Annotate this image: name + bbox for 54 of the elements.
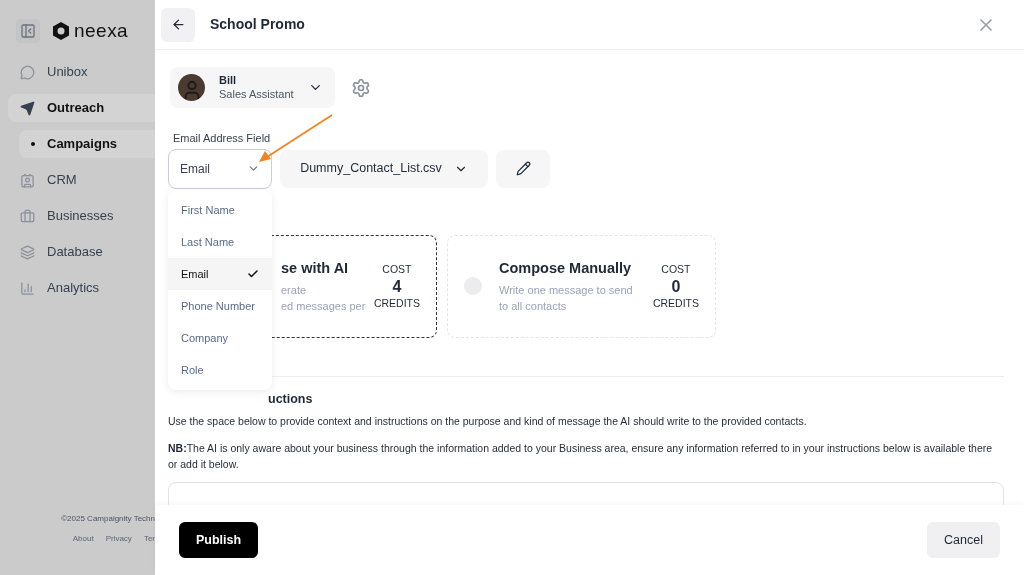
logo-text: neexa	[74, 18, 129, 43]
section-heading: uctions	[267, 390, 314, 408]
option-title: se with AI	[281, 259, 350, 279]
agent-role: Sales Assistant	[219, 87, 294, 102]
credits-label: CREDITS	[373, 295, 420, 311]
sidebar-item[interactable]: Outreach	[8, 94, 155, 122]
note-text: NB:The AI is only aware about your business through the information added to your Business area, ensure any information referred to in your instructions below is available there or add it below.	[168, 441, 994, 472]
settings-icon[interactable]	[351, 77, 371, 98]
agent-name: Bill	[219, 73, 238, 88]
chart-icon	[20, 280, 35, 296]
sidebar-item[interactable]: Unibox	[8, 58, 155, 86]
agent-selector[interactable]: Bill Sales Assistant	[170, 67, 335, 108]
chat-icon	[20, 64, 35, 80]
send-icon	[20, 100, 35, 116]
option-title: Compose Manually	[499, 259, 633, 279]
publish-button[interactable]: Publish	[179, 522, 259, 558]
contact-icon	[20, 172, 35, 188]
contact-list-select[interactable]: Dummy_Contact_List.csv	[280, 149, 488, 188]
footer-link[interactable]: Ter	[143, 533, 155, 545]
sidebar-item[interactable]: Database	[8, 238, 155, 266]
footer-link[interactable]: Privacy	[105, 533, 132, 545]
briefcase-icon	[20, 208, 35, 224]
bullet-icon	[31, 142, 35, 146]
cost-value: 4	[392, 277, 402, 295]
avatar-icon	[178, 74, 205, 101]
option-description: Write one message to send to all contacts	[499, 282, 633, 314]
cost-label: COST	[661, 261, 691, 277]
sidebar-toggle-icon	[20, 23, 36, 39]
instructions-text: Use the space below to provide context and instructions on the purpose and kind of message the AI should write to the provided contacts.	[168, 414, 808, 430]
field-label: Email Address Field	[173, 131, 272, 146]
dropdown-option[interactable]: Email	[168, 258, 272, 290]
dropdown-option[interactable]: First Name	[168, 194, 272, 226]
footer-link[interactable]: About	[72, 533, 94, 545]
check-icon	[247, 268, 259, 280]
dropdown-option[interactable]: Phone Number	[168, 290, 272, 322]
panel-title: School Promo	[210, 15, 305, 34]
cost-value: 0	[671, 277, 681, 295]
sidebar-item[interactable]: Analytics	[8, 274, 155, 302]
pencil-icon	[515, 161, 531, 176]
sidebar-subitem[interactable]: Campaigns	[19, 130, 155, 158]
copyright-text: ©2025 Campaignity Techn	[61, 513, 155, 525]
back-button[interactable]	[161, 7, 195, 42]
option-description: erate ed messages per	[281, 282, 366, 314]
cost-label: COST	[382, 261, 412, 277]
sidebar-item[interactable]: CRM	[8, 166, 155, 194]
cancel-button[interactable]: Cancel	[927, 522, 1000, 558]
collapse-sidebar-button[interactable]	[16, 19, 40, 43]
layers-icon	[20, 244, 35, 260]
edit-button[interactable]	[496, 149, 550, 188]
compose-option-card[interactable]: Compose Manually Write one message to send to all contacts COST 0 CREDITS	[447, 234, 716, 338]
dropdown-option[interactable]: Role	[168, 354, 272, 386]
sidebar-item[interactable]: Businesses	[8, 202, 155, 230]
hexagon-logo-icon	[52, 21, 70, 41]
credits-label: CREDITS	[652, 295, 699, 311]
